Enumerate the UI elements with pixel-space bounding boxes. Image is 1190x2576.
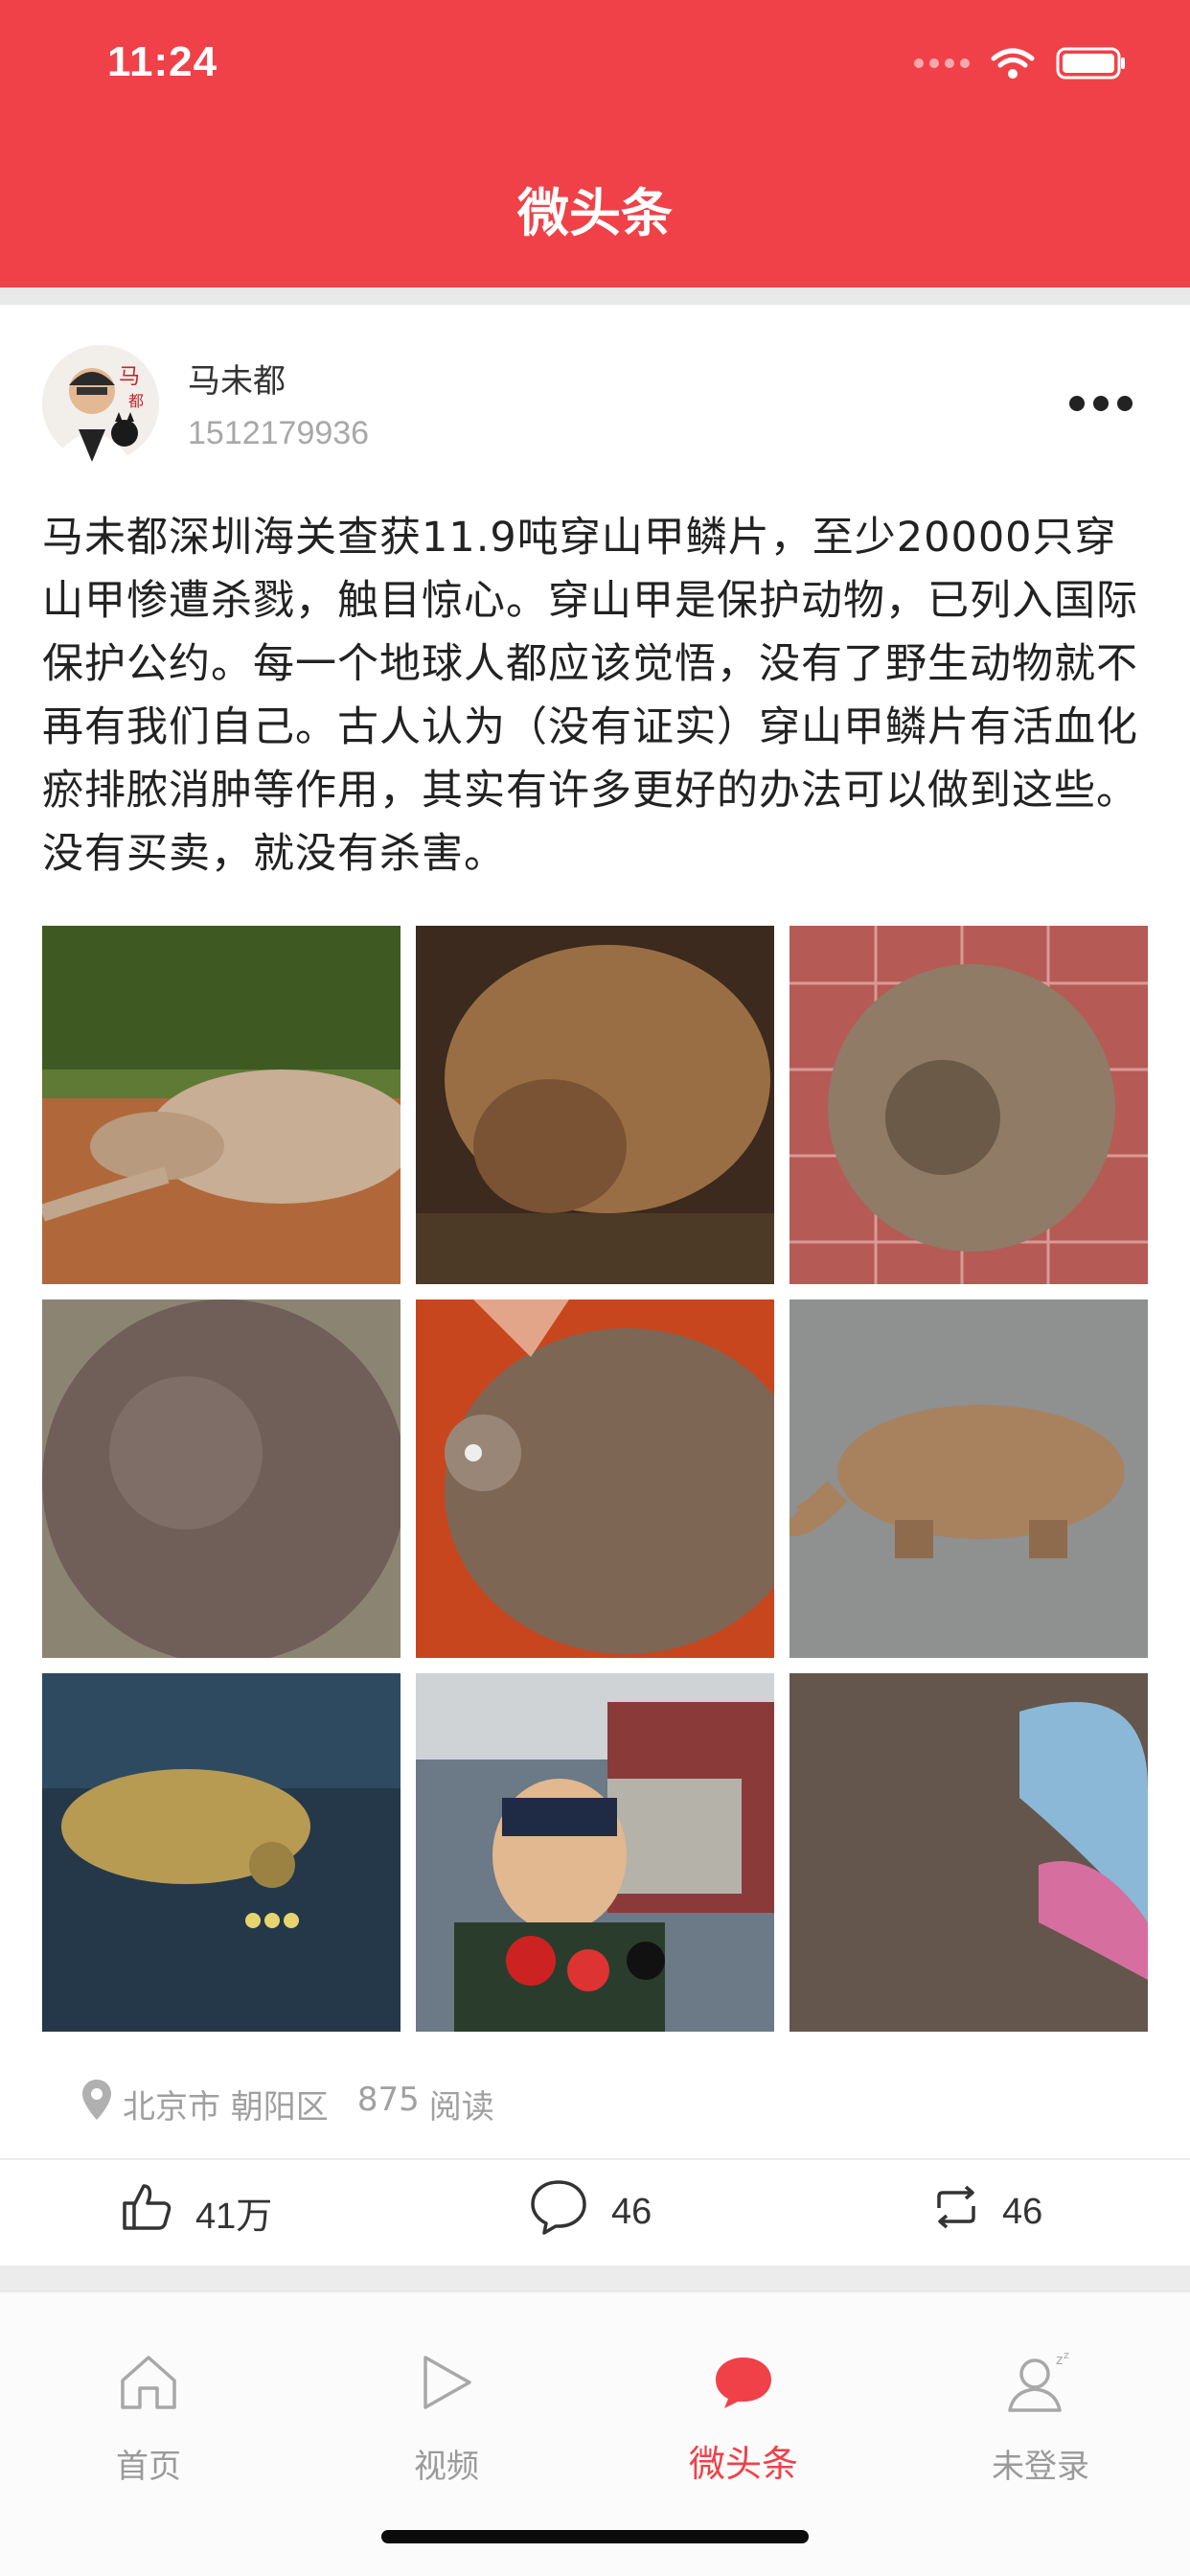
- status-time: 11:24: [107, 38, 218, 85]
- tab-weitoutiao-label: 微头条: [688, 2443, 798, 2485]
- repost-count: 46: [1002, 2191, 1043, 2232]
- post-image-3[interactable]: [790, 926, 1148, 1284]
- post-meta: 北京市 朝阳区 875 阅读: [80, 2078, 494, 2130]
- repost-icon: [933, 2185, 979, 2239]
- image-grid: [42, 926, 1148, 2032]
- location-pin-icon: [80, 2078, 113, 2130]
- dot-icon: [1069, 396, 1085, 411]
- post-image-2[interactable]: [416, 926, 774, 1284]
- tab-not-logged-in-label: 未登录: [992, 2448, 1089, 2486]
- tab-weitoutiao[interactable]: 微头条: [648, 2344, 839, 2487]
- avatar[interactable]: 马 都: [42, 345, 159, 462]
- signal-icon: [914, 58, 970, 68]
- status-icons: [914, 44, 1127, 82]
- svg-text:z: z: [1064, 2351, 1069, 2361]
- header-shadow: [0, 288, 1190, 305]
- author-id: 1512179936: [188, 415, 370, 451]
- read-count-value: 875: [356, 2080, 420, 2119]
- tab-home-label: 首页: [116, 2448, 181, 2486]
- tab-video-label: 视频: [414, 2448, 479, 2486]
- dot-icon: [1093, 396, 1109, 411]
- comment-count: 46: [611, 2191, 652, 2232]
- read-count-label: 阅读: [428, 2087, 494, 2127]
- chat-bubble-icon: [648, 2344, 839, 2421]
- tab-home[interactable]: 首页: [53, 2344, 244, 2487]
- read-count: 875 阅读: [357, 2081, 494, 2128]
- home-icon: [53, 2344, 244, 2421]
- comment-icon: [529, 2178, 588, 2245]
- post-image-1[interactable]: [42, 926, 400, 1284]
- thumbs-up-icon: [121, 2182, 172, 2242]
- author-name[interactable]: 马未都: [188, 355, 286, 402]
- post-text[interactable]: 马未都深圳海关查获11.9吨穿山甲鳞片，至少20000只穿山甲惨遭杀戮，触目惊心…: [42, 506, 1154, 886]
- svg-text:z: z: [1056, 2353, 1063, 2368]
- post-actions: 41万 46 46: [0, 2160, 1190, 2264]
- tab-not-logged-in[interactable]: z z 未登录: [945, 2344, 1136, 2487]
- battery-icon: [1056, 46, 1127, 80]
- wifi-icon: [991, 47, 1035, 80]
- tab-video[interactable]: 视频: [351, 2344, 542, 2487]
- home-indicator[interactable]: [381, 2530, 809, 2543]
- comment-button[interactable]: 46: [529, 2160, 652, 2264]
- post-image-7[interactable]: [42, 1673, 400, 2032]
- svg-text:马: 马: [119, 365, 140, 389]
- svg-text:都: 都: [128, 392, 144, 410]
- top-header: 11:24 微头条: [0, 0, 1190, 288]
- post-image-9[interactable]: [790, 1673, 1148, 2032]
- location-text[interactable]: 北京市 朝阳区: [123, 2081, 329, 2128]
- play-icon: [351, 2344, 542, 2421]
- section-gap: [0, 2266, 1190, 2290]
- dot-icon: [1117, 396, 1133, 411]
- post-image-5[interactable]: [416, 1300, 774, 1658]
- post-image-6[interactable]: [790, 1300, 1148, 1658]
- post-image-8[interactable]: [416, 1673, 774, 2032]
- user-icon: z z: [945, 2344, 1136, 2421]
- repost-button[interactable]: 46: [933, 2160, 1042, 2264]
- like-count: 41万: [195, 2196, 273, 2237]
- page-title: 微头条: [517, 183, 673, 243]
- post-image-4[interactable]: [42, 1300, 400, 1658]
- like-button[interactable]: 41万: [121, 2160, 272, 2264]
- more-options-button[interactable]: [1069, 393, 1133, 414]
